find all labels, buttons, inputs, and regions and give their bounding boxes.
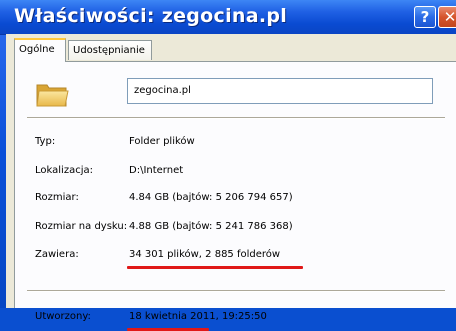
created-value: 18 kwietnia 2011, 19:25:50 (129, 311, 267, 322)
type-label: Typ: (35, 136, 56, 147)
size-label: Rozmiar: (35, 192, 79, 203)
divider (27, 290, 445, 292)
folder-name-field[interactable]: zegocina.pl (127, 78, 433, 104)
divider (27, 117, 445, 119)
tab-sharing[interactable]: Udostępnianie (68, 40, 152, 60)
location-value: D:\Internet (129, 165, 184, 176)
contains-value: 34 301 plików, 2 885 folderów (129, 249, 281, 260)
type-value: Folder plików (129, 136, 195, 147)
contains-red-underline (127, 266, 303, 269)
contains-label: Zawiera: (35, 249, 79, 260)
size-on-disk-value: 4.88 GB (bajtów: 5 241 786 368) (129, 221, 293, 232)
location-label: Lokalizacja: (35, 165, 93, 176)
general-tab-panel: zegocina.pl Typ: Folder plików Lokalizac… (14, 61, 456, 331)
dialog-client-area: Ogólne Udostępnianie zegocina.pl Typ: Fo… (6, 34, 456, 331)
created-label: Utworzony: (35, 311, 91, 322)
help-button[interactable]: ? (414, 6, 436, 28)
properties-window: Właściwości: zegocina.pl ? ✕ Ogólne Udos… (0, 0, 456, 331)
title-bar[interactable]: Właściwości: zegocina.pl ? ✕ (0, 0, 456, 35)
close-button[interactable]: ✕ (438, 6, 456, 28)
folder-icon (36, 84, 69, 107)
size-value: 4.84 GB (bajtów: 5 206 794 657) (129, 192, 293, 203)
size-on-disk-label: Rozmiar na dysku: (35, 221, 128, 232)
tab-general[interactable]: Ogólne (14, 38, 66, 62)
window-title: Właściwości: zegocina.pl (14, 5, 288, 27)
